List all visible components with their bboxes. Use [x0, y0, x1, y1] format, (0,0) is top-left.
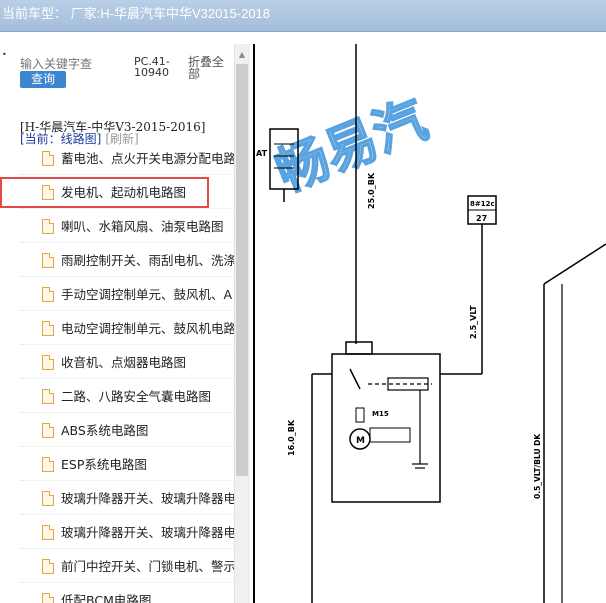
- watermark-text: 畅易汽: [268, 90, 435, 204]
- search-button[interactable]: 查询: [20, 71, 66, 88]
- search-input[interactable]: [20, 56, 132, 72]
- tree-item-label: 收音机、点烟器电路图: [61, 355, 187, 370]
- tree-item-label: 玻璃升降器开关、玻璃升降器电: [61, 491, 234, 506]
- tree-item[interactable]: ESP系统电路图: [20, 447, 234, 481]
- tree-item-label: 前门中控开关、门锁电机、警示: [61, 559, 234, 574]
- file-icon: [42, 423, 54, 438]
- diagram-tree: 蓄电池、点火开关电源分配电路 发电机、起动机电路图 喇叭、水箱风扇、油泵电路图 …: [20, 141, 234, 603]
- file-icon: [42, 559, 54, 574]
- tree-item[interactable]: 二路、八路安全气囊电路图: [20, 379, 234, 413]
- tree-item[interactable]: 雨刷控制开关、雨刮电机、洗涤: [20, 243, 234, 277]
- file-icon: [42, 219, 54, 234]
- tree-item-label: 低配BCM电路图: [61, 593, 152, 603]
- tree-item-label: 雨刷控制开关、雨刮电机、洗涤: [61, 253, 234, 268]
- tree-item[interactable]: 蓄电池、点火开关电源分配电路: [20, 141, 234, 175]
- connector-id: 8#12c: [470, 200, 495, 208]
- pc-code: PC.41-10940: [134, 55, 170, 79]
- motor-housing: [369, 427, 411, 443]
- relay-coil: [387, 377, 429, 391]
- wire-label-25vlt: 2.5_VLT: [469, 305, 478, 339]
- toolbar-strip: [0, 32, 606, 44]
- file-icon: [42, 525, 54, 540]
- connector-number: 27: [476, 214, 487, 223]
- motor-letter: M: [356, 436, 365, 446]
- frame-diagonal: [543, 243, 606, 285]
- tree-item[interactable]: ABS系统电路图: [20, 413, 234, 447]
- wiring-diagram-view[interactable]: 畅易汽 AT 25.0_BK 8#12c 27 2.5_VLT M15 M 16…: [250, 44, 606, 603]
- wire-label-16bk: 16.0_BK: [287, 419, 296, 456]
- window-title-bar: 当前车型： 厂家:H-华晨汽车中华V32015-2018: [0, 0, 606, 32]
- tree-item-label: 玻璃升降器开关、玻璃升降器电: [61, 525, 234, 540]
- scrollbar-thumb[interactable]: [236, 64, 248, 476]
- tree-item[interactable]: 玻璃升降器开关、玻璃升降器电: [20, 515, 234, 549]
- relay-switch: [349, 368, 361, 390]
- tree-item[interactable]: 喇叭、水箱风扇、油泵电路图: [20, 209, 234, 243]
- tree-item[interactable]: 电动空调控制单元、鼓风机电路: [20, 311, 234, 345]
- tree-item-label: ESP系统电路图: [61, 457, 147, 472]
- tree-item-label: 蓄电池、点火开关电源分配电路: [61, 151, 234, 166]
- file-icon: [42, 593, 54, 603]
- collapse-all-button[interactable]: 折叠全部: [188, 56, 228, 80]
- tree-item[interactable]: 收音机、点烟器电路图: [20, 345, 234, 379]
- file-icon: [42, 457, 54, 472]
- starter-terminal: [345, 341, 373, 355]
- tree-item-label: 电动空调控制单元、鼓风机电路: [61, 321, 234, 336]
- motor-fuse: [355, 407, 365, 423]
- bullet-dot: •: [2, 50, 7, 59]
- tree-item[interactable]: 低配BCM电路图: [20, 583, 234, 603]
- at-label: AT: [256, 149, 268, 158]
- file-icon: [42, 185, 54, 200]
- tree-item-label: 喇叭、水箱风扇、油泵电路图: [61, 219, 224, 234]
- motor-label: M15: [372, 410, 389, 418]
- tree-item[interactable]: 前门中控开关、门锁电机、警示: [20, 549, 234, 583]
- file-icon: [42, 355, 54, 370]
- wiring-diagram: 畅易汽 AT 25.0_BK 8#12c 27 2.5_VLT M15 M 16…: [253, 44, 606, 603]
- tree-item-selected[interactable]: 发电机、起动机电路图: [20, 175, 234, 209]
- file-icon: [42, 287, 54, 302]
- wire-label-05vlt: 0.5_VLT/BLU DK: [533, 433, 542, 499]
- tree-item[interactable]: 手动空调控制单元、鼓风机、A: [20, 277, 234, 311]
- tree-item-label: 二路、八路安全气囊电路图: [61, 389, 212, 404]
- file-icon: [42, 253, 54, 268]
- file-icon: [42, 491, 54, 506]
- scroll-up-arrow-icon[interactable]: ▲: [234, 48, 250, 62]
- tree-item-label: ABS系统电路图: [61, 423, 149, 438]
- file-icon: [42, 389, 54, 404]
- tree-item-label: 手动空调控制单元、鼓风机、A: [61, 287, 233, 302]
- tree-item-label: 发电机、起动机电路图: [61, 185, 187, 200]
- file-icon: [42, 321, 54, 336]
- window-title: 当前车型： 厂家:H-华晨汽车中华V32015-2018: [2, 6, 271, 21]
- file-icon: [42, 151, 54, 166]
- tree-item[interactable]: 玻璃升降器开关、玻璃升降器电: [20, 481, 234, 515]
- wire-label-25bk: 25.0_BK: [367, 172, 376, 209]
